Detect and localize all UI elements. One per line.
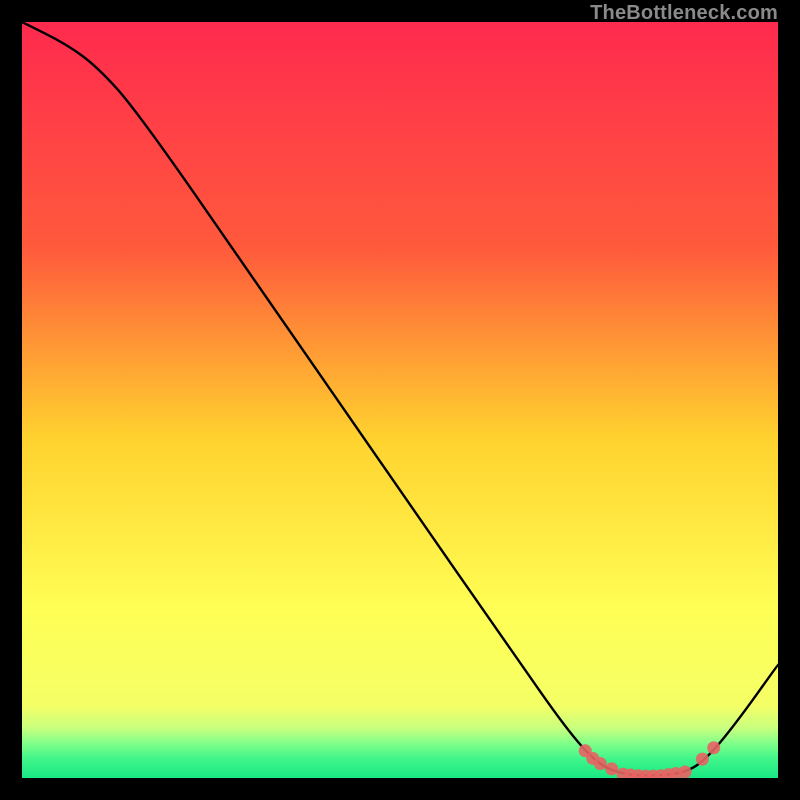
chart-plot-area xyxy=(22,22,778,778)
chart-stage: TheBottleneck.com xyxy=(0,0,800,800)
data-marker xyxy=(605,762,618,775)
data-marker xyxy=(594,757,607,770)
gradient-background xyxy=(22,22,778,778)
data-marker xyxy=(707,741,720,754)
chart-svg xyxy=(22,22,778,778)
data-marker xyxy=(696,753,709,766)
data-marker xyxy=(679,765,692,778)
